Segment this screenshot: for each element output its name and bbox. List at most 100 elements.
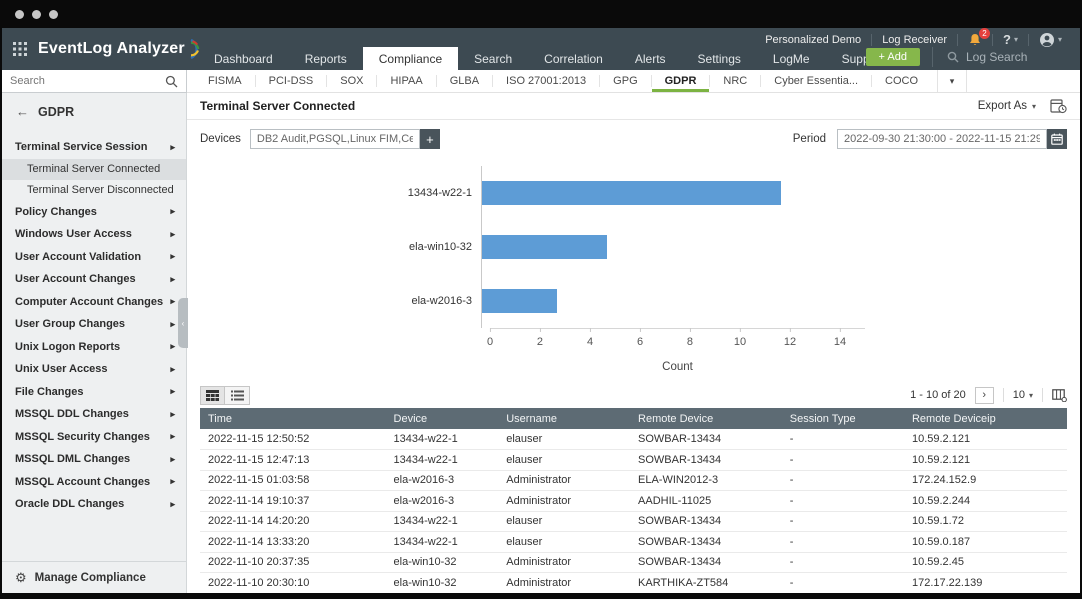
nav-tab-alerts[interactable]: Alerts xyxy=(619,47,682,70)
page-size-select[interactable]: 10 ▾ xyxy=(1013,389,1033,401)
compliance-tab-iso-27001-2013[interactable]: ISO 27001:2013 xyxy=(493,70,599,92)
nav-tab-dashboard[interactable]: Dashboard xyxy=(198,47,289,70)
log-search-button[interactable]: Log Search xyxy=(932,47,1072,67)
column-header-session-type[interactable]: Session Type xyxy=(781,408,904,429)
help-button[interactable]: ? ▾ xyxy=(993,32,1028,47)
sidebar-item-unix-user-access[interactable]: Unix User Access ▸ xyxy=(2,358,186,381)
calendar-button[interactable] xyxy=(1047,129,1067,149)
back-arrow-icon: ← xyxy=(16,104,29,119)
chart-xaxis-label: Count xyxy=(662,361,693,373)
column-header-remote-deviceip[interactable]: Remote Deviceip xyxy=(903,408,1067,429)
sidebar-item-policy-changes[interactable]: Policy Changes ▸ xyxy=(2,201,186,224)
app-frame: EventLog Analyzer Dashboard Reports Compli… xyxy=(2,28,1080,593)
sidebar-item-user-account-validation[interactable]: User Account Validation ▸ xyxy=(2,246,186,269)
notifications-button[interactable]: 2 xyxy=(958,28,992,47)
help-icon: ? xyxy=(1003,32,1011,47)
nav-tab-correlation[interactable]: Correlation xyxy=(528,47,619,70)
period-input[interactable] xyxy=(837,129,1047,149)
sidebar-item-mssql-security-changes[interactable]: MSSQL Security Changes ▸ xyxy=(2,426,186,449)
compliance-subbar: FISMAPCI-DSSSOXHIPAAGLBAISO 27001:2013GP… xyxy=(2,70,1080,93)
sidebar-item-user-group-changes[interactable]: User Group Changes ▸ xyxy=(2,313,186,336)
compliance-tab-coco[interactable]: COCO xyxy=(872,70,931,92)
sidebar-item-unix-logon-reports[interactable]: Unix Logon Reports ▸ xyxy=(2,336,186,359)
chart-bar-13434-w22-1[interactable] xyxy=(482,181,782,205)
column-header-device[interactable]: Device xyxy=(385,408,499,429)
nav-tab-logme[interactable]: LogMe xyxy=(757,47,826,70)
compliance-tab-pci-dss[interactable]: PCI-DSS xyxy=(256,70,327,92)
grid-view-button[interactable] xyxy=(200,385,225,405)
devices-label: Devices xyxy=(200,133,241,145)
nav-tab-compliance[interactable]: Compliance xyxy=(362,47,459,70)
compliance-tab-gpg[interactable]: GPG xyxy=(600,70,650,92)
chart-xaxis: 0 2 4 6 8 10 12 14 xyxy=(487,328,865,354)
next-page-button[interactable]: › xyxy=(974,386,994,404)
compliance-tab-gdpr[interactable]: GDPR xyxy=(652,70,710,92)
sidebar-subitem-terminal-server-disconnected[interactable]: Terminal Server Disconnected xyxy=(2,180,186,201)
table-head-row: Time Device Username Remote Device Session T… xyxy=(200,408,1067,429)
compliance-tab-glba[interactable]: GLBA xyxy=(437,70,492,92)
sidebar-item-computer-account-changes[interactable]: Computer Account Changes ▸ xyxy=(2,291,186,314)
sidebar-item-mssql-ddl-changes[interactable]: MSSQL DDL Changes ▸ xyxy=(2,403,186,426)
sidebar-item-mssql-dml-changes[interactable]: MSSQL DML Changes ▸ xyxy=(2,448,186,471)
sidebar-item-windows-user-access[interactable]: Windows User Access ▸ xyxy=(2,223,186,246)
chevron-right-icon: ▸ xyxy=(170,386,175,397)
column-header-time[interactable]: Time xyxy=(200,408,386,429)
notification-badge: 2 xyxy=(979,28,991,39)
window-control-dot[interactable] xyxy=(15,9,24,19)
sidebar-subitem-terminal-server-connected[interactable]: Terminal Server Connected xyxy=(2,158,186,180)
compliance-tab-sox[interactable]: SOX xyxy=(327,70,376,92)
xaxis-tick: 6 xyxy=(637,328,643,348)
nav-tab-settings[interactable]: Settings xyxy=(682,47,757,70)
navbar-actions: + Add Log Search xyxy=(865,47,1072,67)
sidebar: ← GDPR Terminal Service Session ▸ Terminal… xyxy=(2,93,188,593)
chevron-right-icon: ▸ xyxy=(170,363,175,374)
sidebar-back[interactable]: ← GDPR xyxy=(2,93,186,128)
compliance-tab-cyber-essentia[interactable]: Cyber Essentia... xyxy=(761,70,871,92)
search-icon[interactable] xyxy=(165,75,178,88)
table-row: 2022-11-15 12:50:52 13434-w22-1 elauser SOW… xyxy=(200,429,1067,450)
window-control-dot[interactable] xyxy=(49,9,58,19)
sidebar-item-terminal-service-session[interactable]: Terminal Service Session ▸ xyxy=(2,136,186,159)
search-input[interactable] xyxy=(10,75,159,87)
sidebar-title: GDPR xyxy=(38,104,75,119)
compliance-tab-fisma[interactable]: FISMA xyxy=(195,70,255,92)
sidebar-item-mssql-account-changes[interactable]: MSSQL Account Changes ▸ xyxy=(2,471,186,494)
export-as-button[interactable]: Export As ▾ xyxy=(978,100,1036,112)
manage-compliance-button[interactable]: ⚙ Manage Compliance xyxy=(2,561,186,593)
nav-tab-reports[interactable]: Reports xyxy=(289,47,363,70)
chart-row: ela-w2016-3 xyxy=(381,274,865,328)
add-device-button[interactable]: + xyxy=(419,129,440,149)
sidebar-item-file-changes[interactable]: File Changes ▸ xyxy=(2,381,186,404)
sidebar-menu: Terminal Service Session ▸ Terminal Server… xyxy=(2,128,186,561)
list-view-button[interactable] xyxy=(225,385,250,405)
chevron-right-icon: ▸ xyxy=(170,296,175,307)
period-label: Period xyxy=(792,133,826,145)
table-row: 2022-11-15 12:47:13 13434-w22-1 elauser SOW… xyxy=(200,449,1067,471)
list-view-icon xyxy=(230,390,244,400)
topbar-link-personalized-demo[interactable]: Personalized Demo xyxy=(755,34,871,46)
devices-input[interactable] xyxy=(249,129,420,149)
window-control-dot[interactable] xyxy=(32,9,41,19)
sidebar-item-user-account-changes[interactable]: User Account Changes ▸ xyxy=(2,268,186,291)
compliance-tabs: FISMA PCI-DSS SOX HIPAA GLBA ISO 27001:2013 GP… xyxy=(187,70,1080,93)
report-table: Time Device Username Remote Device Session T… xyxy=(200,408,1067,593)
column-header-remote-device[interactable]: Remote Device xyxy=(630,408,782,429)
sidebar-item-oracle-ddl-changes[interactable]: Oracle DDL Changes ▸ xyxy=(2,493,186,516)
plus-icon: + xyxy=(426,131,434,147)
more-standards-button[interactable]: ▾ xyxy=(937,70,968,92)
filter-bar: Devices + Period xyxy=(187,120,1080,158)
add-button[interactable]: + Add xyxy=(865,48,920,66)
column-header-username[interactable]: Username xyxy=(498,408,631,429)
schedule-report-icon[interactable] xyxy=(1050,98,1067,114)
user-menu-button[interactable]: ▾ xyxy=(1029,32,1072,48)
chart-bar-ela-win10-32[interactable] xyxy=(482,235,607,259)
nav-tabs: Dashboard Reports Compliance Search Correlat… xyxy=(198,47,900,70)
compliance-tab-hipaa[interactable]: HIPAA xyxy=(377,70,435,92)
compliance-tab-nrc[interactable]: NRC xyxy=(710,70,760,92)
topbar-link-log-receiver[interactable]: Log Receiver xyxy=(872,34,957,46)
column-settings-button[interactable] xyxy=(1052,388,1067,402)
chart-bar-ela-w2016-3[interactable] xyxy=(482,289,557,313)
chevron-right-icon: ▸ xyxy=(170,408,175,419)
nav-tab-search[interactable]: Search xyxy=(458,47,528,70)
apps-grid-icon[interactable] xyxy=(12,41,28,57)
